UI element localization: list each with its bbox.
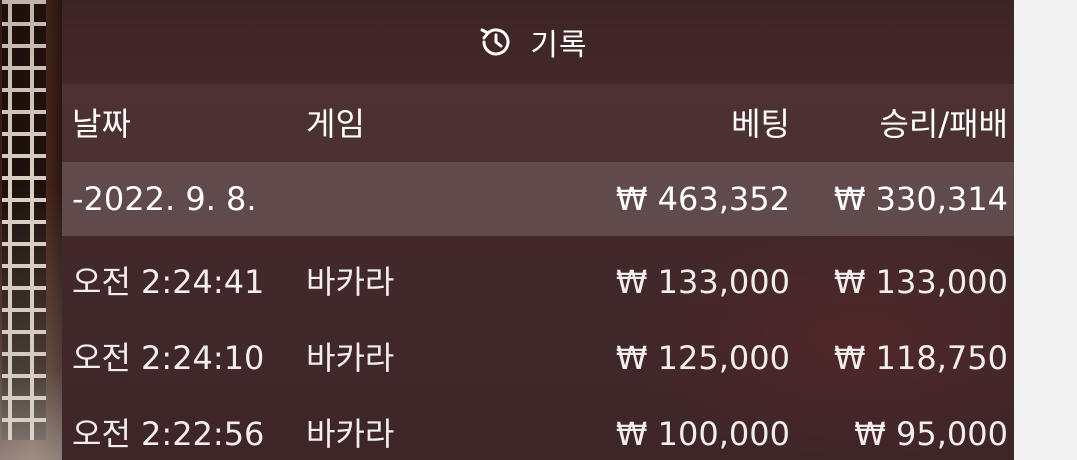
row-game: 바카라	[306, 415, 395, 453]
history-title: 기록	[530, 28, 588, 63]
history-header: 기록	[62, 0, 1014, 84]
history-panel: 기록 날짜 게임 베팅 승리/패배 -2022. 9. 8. ₩ 463,352…	[62, 0, 1014, 460]
row-win-loss: ₩ 133,000	[833, 263, 1008, 301]
column-header-row: 날짜 게임 베팅 승리/패배	[62, 84, 1014, 162]
page-margin	[1014, 0, 1077, 460]
history-row[interactable]: 오전 2:24:10 바카라 ₩ 125,000 ₩ 118,750	[62, 320, 1014, 396]
screen: 기록 날짜 게임 베팅 승리/패배 -2022. 9. 8. ₩ 463,352…	[0, 0, 1077, 460]
history-icon	[480, 28, 510, 56]
date-group-row[interactable]: -2022. 9. 8. ₩ 463,352 ₩ 330,314	[62, 162, 1014, 236]
column-header-date[interactable]: 날짜	[72, 108, 131, 140]
background-decor	[0, 0, 62, 460]
row-time: 오전 2:24:10	[72, 339, 265, 377]
row-win-loss: ₩ 118,750	[833, 339, 1008, 377]
row-game: 바카라	[306, 263, 395, 301]
row-bet: ₩ 125,000	[615, 339, 790, 377]
row-bet: ₩ 133,000	[615, 263, 790, 301]
history-row[interactable]: 오전 2:22:56 바카라 ₩ 100,000 ₩ 95,000	[62, 396, 1014, 460]
row-time: 오전 2:24:41	[72, 263, 265, 301]
row-win-loss: ₩ 95,000	[854, 415, 1008, 453]
lattice-overlay	[0, 0, 62, 460]
row-bet: ₩ 100,000	[615, 415, 790, 453]
history-row[interactable]: 오전 2:24:41 바카라 ₩ 133,000 ₩ 133,000	[62, 244, 1014, 320]
group-bet-total: ₩ 463,352	[615, 180, 790, 218]
row-time: 오전 2:22:56	[72, 415, 265, 453]
column-header-bet[interactable]: 베팅	[731, 108, 790, 140]
column-header-game[interactable]: 게임	[306, 108, 365, 140]
group-date: -2022. 9. 8.	[72, 180, 257, 218]
row-game: 바카라	[306, 339, 395, 377]
column-header-win-loss[interactable]: 승리/패배	[879, 108, 1008, 140]
group-win-loss-total: ₩ 330,314	[833, 180, 1008, 218]
